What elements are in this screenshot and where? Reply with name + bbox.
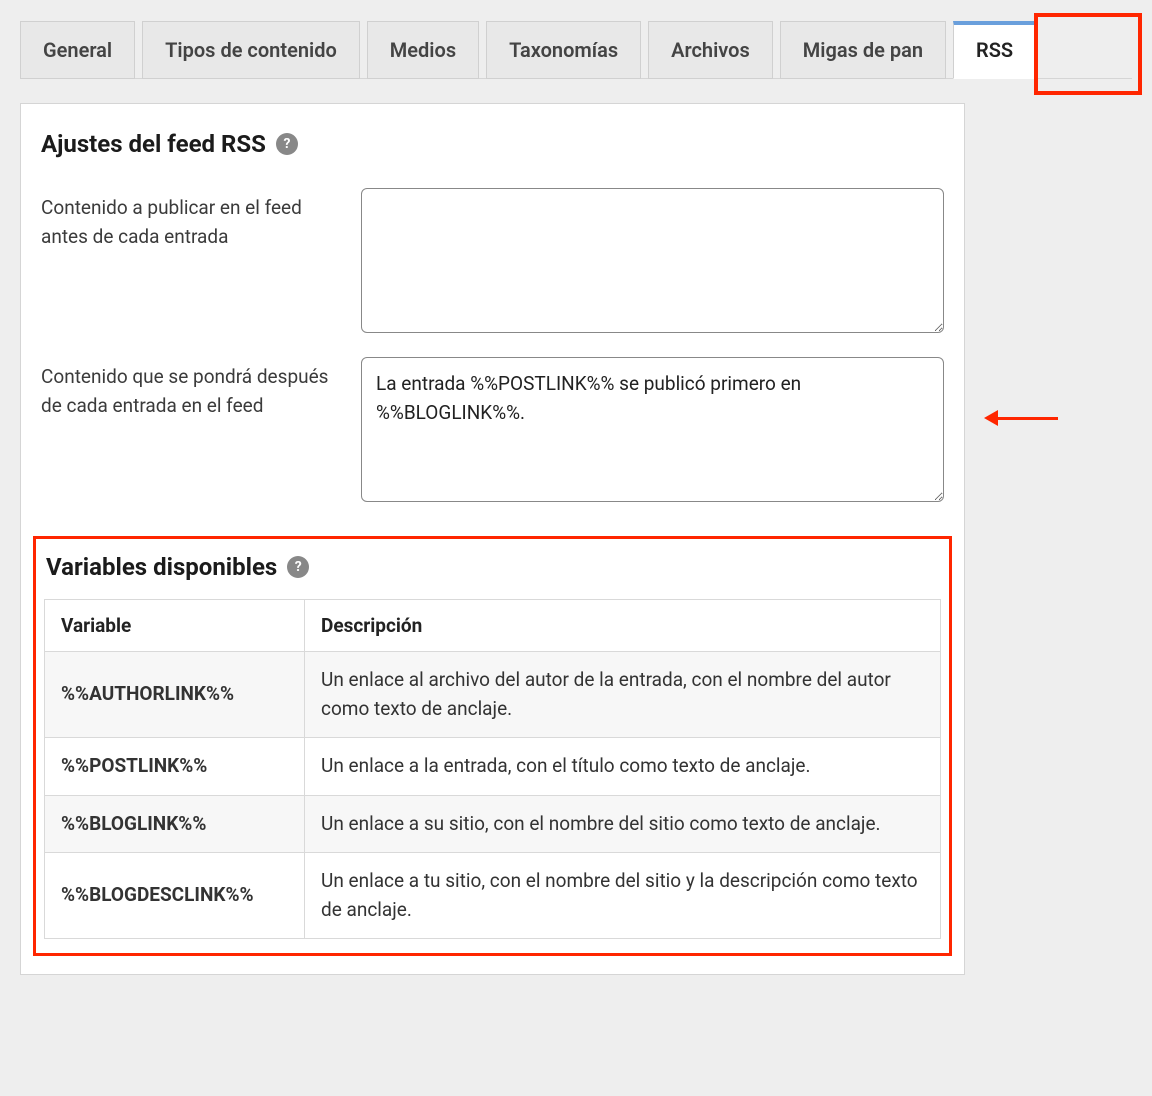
tab-taxonomias[interactable]: Taxonomías xyxy=(486,21,641,79)
var-desc: Un enlace al archivo del autor de la ent… xyxy=(305,652,941,738)
table-row: %%AUTHORLINK%% Un enlace al archivo del … xyxy=(45,652,941,738)
tab-tipos-de-contenido[interactable]: Tipos de contenido xyxy=(142,21,360,79)
annotation-highlight-variables: Variables disponibles ? Variable Descrip… xyxy=(33,536,952,956)
tab-migas-de-pan[interactable]: Migas de pan xyxy=(780,21,946,79)
table-row: %%BLOGLINK%% Un enlace a su sitio, con e… xyxy=(45,795,941,853)
table-header-row: Variable Descripción xyxy=(45,600,941,652)
var-name: %%BLOGDESCLINK%% xyxy=(45,853,305,939)
annotation-arrow xyxy=(984,410,1058,426)
section-title-rss: Ajustes del feed RSS ? xyxy=(21,104,964,168)
th-variable: Variable xyxy=(45,600,305,652)
form-row-after: Contenido que se pondrá después de cada … xyxy=(21,357,964,526)
var-name: %%BLOGLINK%% xyxy=(45,795,305,853)
var-name: %%POSTLINK%% xyxy=(45,738,305,796)
th-description: Descripción xyxy=(305,600,941,652)
label-before-content: Contenido a publicar en el feed antes de… xyxy=(41,188,341,251)
section-title-text: Variables disponibles xyxy=(46,553,277,581)
settings-panel: Ajustes del feed RSS ? Contenido a publi… xyxy=(20,103,965,975)
table-row: %%BLOGDESCLINK%% Un enlace a tu sitio, c… xyxy=(45,853,941,939)
help-icon[interactable]: ? xyxy=(287,556,309,578)
table-row: %%POSTLINK%% Un enlace a la entrada, con… xyxy=(45,738,941,796)
tab-rss[interactable]: RSS xyxy=(953,21,1036,79)
textarea-before-content[interactable] xyxy=(361,188,944,333)
tabs-bar: General Tipos de contenido Medios Taxono… xyxy=(20,20,1132,79)
section-title-variables: Variables disponibles ? xyxy=(44,549,941,599)
form-row-before: Contenido a publicar en el feed antes de… xyxy=(21,168,964,357)
annotation-highlight-tab xyxy=(1034,13,1142,95)
tab-archivos[interactable]: Archivos xyxy=(648,21,773,79)
var-desc: Un enlace a la entrada, con el título co… xyxy=(305,738,941,796)
var-name: %%AUTHORLINK%% xyxy=(45,652,305,738)
variables-table: Variable Descripción %%AUTHORLINK%% Un e… xyxy=(44,599,941,939)
help-icon[interactable]: ? xyxy=(276,133,298,155)
var-desc: Un enlace a su sitio, con el nombre del … xyxy=(305,795,941,853)
label-after-content: Contenido que se pondrá después de cada … xyxy=(41,357,341,420)
tab-general[interactable]: General xyxy=(20,21,135,79)
textarea-after-content[interactable] xyxy=(361,357,944,502)
tab-medios[interactable]: Medios xyxy=(367,21,479,79)
var-desc: Un enlace a tu sitio, con el nombre del … xyxy=(305,853,941,939)
section-title-text: Ajustes del feed RSS xyxy=(41,130,266,158)
